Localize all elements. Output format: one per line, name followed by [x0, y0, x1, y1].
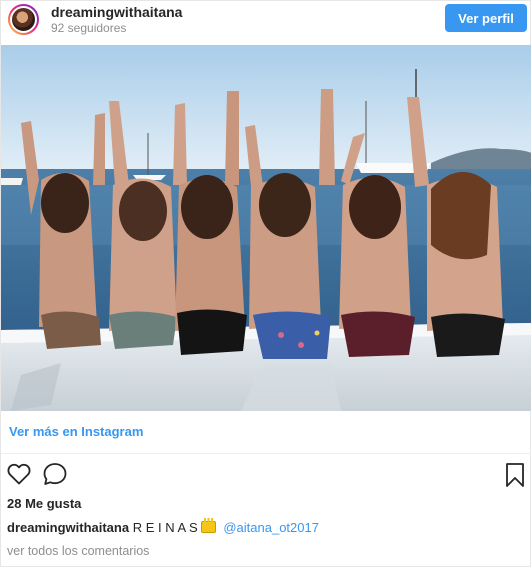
- comment-icon[interactable]: [41, 461, 69, 487]
- caption-username[interactable]: dreamingwithaitana: [7, 520, 129, 535]
- like-count[interactable]: 28 Me gusta: [7, 496, 81, 511]
- instagram-embed-card: dreamingwithaitana 92 seguidores Ver per…: [0, 0, 531, 567]
- post-caption: dreamingwithaitana R E I N A S @aitana_o…: [7, 518, 319, 535]
- follower-count: 92 seguidores: [51, 21, 127, 35]
- view-profile-button[interactable]: Ver perfil: [445, 4, 527, 32]
- caption-mention-link[interactable]: @aitana_ot2017: [223, 520, 319, 535]
- crown-emoji-icon: [200, 518, 216, 533]
- post-photo[interactable]: [1, 45, 531, 411]
- view-more-instagram-link[interactable]: Ver más en Instagram: [9, 424, 143, 439]
- caption-text: R E I N A S: [132, 520, 198, 535]
- post-header: dreamingwithaitana 92 seguidores Ver per…: [1, 1, 531, 45]
- avatar[interactable]: [8, 4, 39, 35]
- bookmark-icon[interactable]: [503, 461, 527, 489]
- heart-icon[interactable]: [6, 461, 32, 487]
- header-username[interactable]: dreamingwithaitana: [51, 4, 182, 20]
- view-all-comments-link[interactable]: ver todos los comentarios: [7, 544, 149, 558]
- divider: [1, 453, 531, 454]
